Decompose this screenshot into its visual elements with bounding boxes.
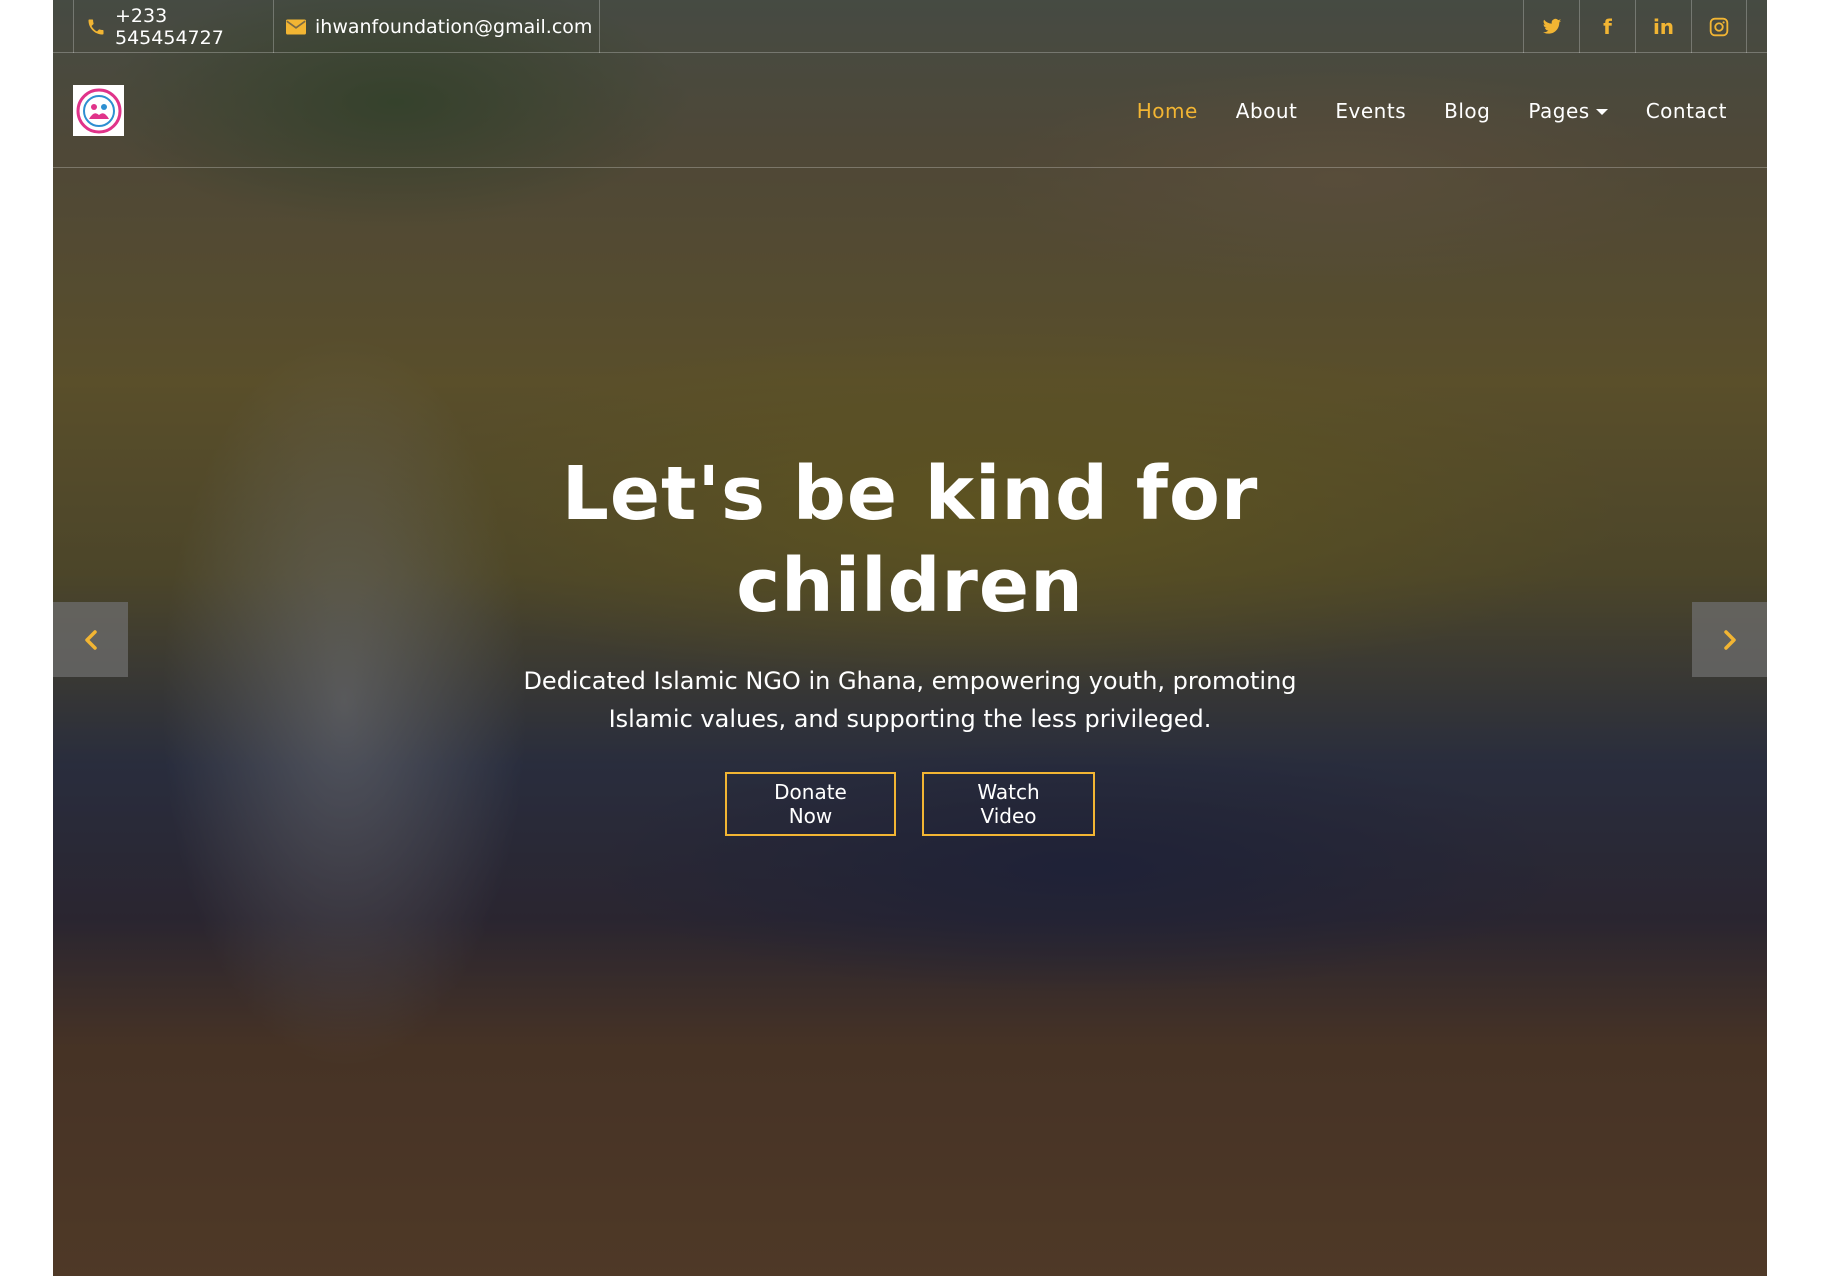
linkedin-icon: in <box>1652 14 1675 39</box>
linkedin-link[interactable]: in <box>1635 0 1691 53</box>
nav-events[interactable]: Events <box>1335 99 1406 123</box>
topbar: +233 545454727 ihwanfoundation@gmail.com… <box>53 0 1767 53</box>
facebook-icon: f <box>1603 14 1612 39</box>
hero-content: Let's be kind for children Dedicated Isl… <box>53 448 1767 836</box>
hero-subtitle: Dedicated Islamic NGO in Ghana, empoweri… <box>523 667 1297 733</box>
nav-home[interactable]: Home <box>1137 99 1198 123</box>
watch-video-button[interactable]: Watch Video <box>922 772 1095 836</box>
phone-text: +233 545454727 <box>115 4 224 49</box>
nav-links: Home About Events Blog Pages Contact <box>1137 53 1727 168</box>
hero-title: Let's be kind for children <box>561 451 1259 629</box>
nav-blog[interactable]: Blog <box>1444 99 1490 123</box>
twitter-link[interactable] <box>1523 0 1579 53</box>
nav-about[interactable]: About <box>1236 99 1298 123</box>
donate-now-button[interactable]: Donate Now <box>725 772 896 836</box>
logo-link[interactable] <box>73 85 124 136</box>
nav-contact[interactable]: Contact <box>1646 99 1727 123</box>
hero-section: +233 545454727 ihwanfoundation@gmail.com… <box>53 0 1767 1276</box>
envelope-icon <box>286 19 306 34</box>
contact-phone[interactable]: +233 545454727 <box>73 0 273 53</box>
email-text: ihwanfoundation@gmail.com <box>315 15 593 38</box>
facebook-link[interactable]: f <box>1579 0 1635 53</box>
nav-pages-dropdown[interactable]: Pages <box>1528 98 1608 123</box>
contact-email[interactable]: ihwanfoundation@gmail.com <box>273 0 600 53</box>
twitter-icon <box>1542 18 1561 34</box>
main-navbar: Home About Events Blog Pages Contact <box>53 53 1767 168</box>
hero-buttons: Donate Now Watch Video <box>53 772 1767 836</box>
social-links: f in <box>1523 0 1747 53</box>
phone-icon <box>88 19 104 34</box>
foundation-logo <box>76 88 121 133</box>
instagram-link[interactable] <box>1691 0 1747 53</box>
caret-down-icon <box>1595 109 1608 115</box>
instagram-icon <box>1709 17 1729 36</box>
nav-pages-label: Pages <box>1528 98 1590 123</box>
